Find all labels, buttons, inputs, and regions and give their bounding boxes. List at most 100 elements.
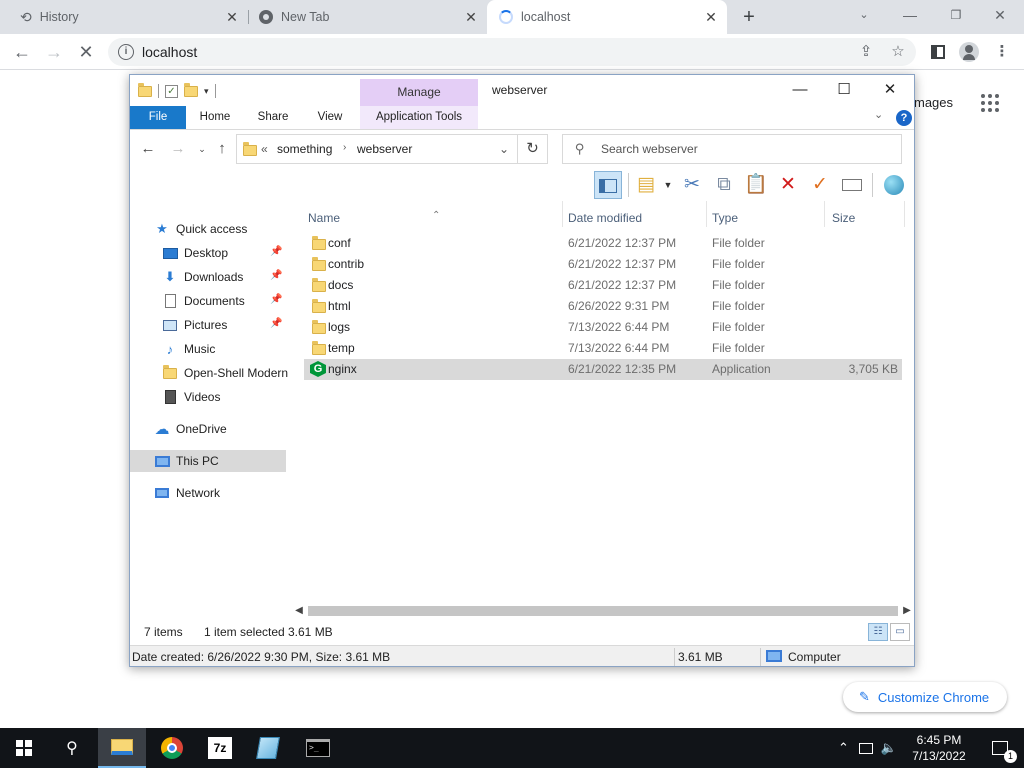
new-tab-button[interactable]: + xyxy=(738,6,760,28)
tab-history[interactable]: ⟲ History ✕ xyxy=(8,0,248,34)
side-panel-icon[interactable] xyxy=(928,42,948,62)
file-row-docs[interactable]: docs 6/21/2022 12:37 PM File folder xyxy=(304,275,902,296)
breadcrumb-something[interactable]: something xyxy=(277,142,332,156)
profile-avatar-icon[interactable] xyxy=(959,42,979,63)
tab-home[interactable]: Home xyxy=(192,106,238,129)
breadcrumb-chevron-icon[interactable]: › xyxy=(343,142,346,153)
file-row-nginx[interactable]: G nginx 6/21/2022 12:35 PM Application 3… xyxy=(304,359,902,380)
start-button[interactable] xyxy=(0,728,48,768)
scrollbar-thumb[interactable] xyxy=(308,606,898,616)
nav-quick-access[interactable]: ★ Quick access xyxy=(154,218,284,240)
bookmark-star-icon[interactable]: ☆ xyxy=(888,42,908,62)
back-button[interactable]: ← xyxy=(10,40,34,64)
nav-desktop[interactable]: Desktop 📌 xyxy=(162,242,286,264)
tab-search-icon[interactable]: ⌄ xyxy=(850,4,878,26)
globe-icon[interactable] xyxy=(880,171,908,199)
chrome-menu-icon[interactable]: ⋮ xyxy=(992,42,1012,62)
tab-share[interactable]: Share xyxy=(250,106,296,129)
column-divider[interactable] xyxy=(706,201,707,227)
pin-icon[interactable]: 📌 xyxy=(270,246,282,257)
address-box[interactable]: « something › webserver ⌄ xyxy=(236,134,518,164)
pin-icon[interactable]: 📌 xyxy=(270,294,282,305)
column-header-size[interactable]: Size xyxy=(832,209,902,227)
new-folder-icon[interactable] xyxy=(184,82,198,97)
tab-application-tools[interactable]: Application Tools xyxy=(360,106,478,129)
nav-this-pc[interactable]: This PC xyxy=(130,450,286,472)
pin-icon[interactable]: 📌 xyxy=(270,318,282,329)
breadcrumb-webserver[interactable]: webserver xyxy=(357,142,412,156)
nav-documents[interactable]: Documents 📌 xyxy=(162,290,286,312)
properties-icon[interactable]: ✓ xyxy=(165,84,178,98)
nav-open-shell-modern[interactable]: Open-Shell Modern xyxy=(162,362,290,384)
tab-localhost[interactable]: localhost ✕ xyxy=(487,0,727,34)
taskbar-command-prompt[interactable]: >_ xyxy=(294,728,342,768)
close-tab-icon[interactable]: ✕ xyxy=(703,9,719,25)
forward-button[interactable]: → xyxy=(168,139,188,159)
tab-file[interactable]: File xyxy=(130,106,186,129)
tab-manage[interactable]: Manage xyxy=(360,79,478,106)
taskbar-chrome[interactable] xyxy=(148,728,196,768)
tab-new-tab[interactable]: New Tab ✕ xyxy=(249,0,487,34)
details-view-icon[interactable]: ☷ xyxy=(868,623,888,641)
nav-network[interactable]: Network xyxy=(154,482,284,504)
tab-view[interactable]: View xyxy=(308,106,352,129)
nav-onedrive[interactable]: ☁ OneDrive xyxy=(154,418,284,440)
close-tab-icon[interactable]: ✕ xyxy=(224,9,240,25)
expand-ribbon-icon[interactable]: ⌄ xyxy=(874,108,883,121)
close-window-button[interactable]: ✕ xyxy=(986,4,1014,26)
copy-icon[interactable]: ⧉ xyxy=(710,171,738,199)
file-row-logs[interactable]: logs 7/13/2022 6:44 PM File folder xyxy=(304,317,902,338)
paste-icon[interactable]: 📋 xyxy=(742,171,770,199)
google-apps-icon[interactable] xyxy=(981,94,999,112)
help-icon[interactable]: ? xyxy=(896,110,912,126)
file-row-temp[interactable]: temp 7/13/2022 6:44 PM File folder xyxy=(304,338,902,359)
column-header-date[interactable]: Date modified xyxy=(568,209,704,227)
column-divider[interactable] xyxy=(824,201,825,227)
minimize-button[interactable]: — xyxy=(896,4,924,26)
preview-pane-icon[interactable] xyxy=(594,171,622,199)
column-divider[interactable] xyxy=(562,201,563,227)
taskbar-notepad[interactable] xyxy=(244,728,292,768)
nav-downloads[interactable]: ⬇ Downloads 📌 xyxy=(162,266,286,288)
stop-loading-button[interactable]: ✕ xyxy=(74,40,98,64)
url-text[interactable]: localhost xyxy=(142,44,197,60)
pin-icon[interactable]: 📌 xyxy=(270,270,282,281)
taskbar-file-explorer[interactable] xyxy=(98,728,146,768)
network-status-icon[interactable] xyxy=(858,742,873,754)
scroll-right-icon[interactable]: ▶ xyxy=(900,603,914,619)
taskbar-7zip[interactable]: 7z xyxy=(196,728,244,768)
maximize-button[interactable]: ☐ xyxy=(822,77,866,103)
column-header-type[interactable]: Type xyxy=(712,209,822,227)
rename-icon[interactable] xyxy=(838,171,866,199)
volume-icon[interactable]: 🔈 xyxy=(881,740,897,756)
large-icons-view-icon[interactable]: ▭ xyxy=(890,623,910,641)
show-hidden-icons-icon[interactable]: ⌃ xyxy=(838,740,849,756)
system-clock[interactable]: 6:45 PM 7/13/2022 xyxy=(906,732,972,764)
close-tab-icon[interactable]: ✕ xyxy=(463,9,479,25)
customize-chrome-button[interactable]: ✎ Customize Chrome xyxy=(843,682,1007,712)
column-header-name[interactable]: ⌃ Name xyxy=(308,209,558,227)
action-center-button[interactable]: 1 xyxy=(976,728,1024,768)
images-link[interactable]: mages xyxy=(914,95,953,110)
forward-button[interactable]: → xyxy=(42,40,66,64)
breadcrumb-overflow[interactable]: « xyxy=(261,142,268,156)
address-bar[interactable]: i localhost xyxy=(108,38,916,66)
customize-qat-icon[interactable]: ▾ xyxy=(204,86,209,97)
scroll-left-icon[interactable]: ◀ xyxy=(292,603,306,619)
cut-icon[interactable]: ✂ xyxy=(678,171,706,199)
back-button[interactable]: ← xyxy=(138,139,158,159)
address-dropdown-icon[interactable]: ⌄ xyxy=(499,142,509,156)
share-icon[interactable]: ⇪ xyxy=(856,42,876,62)
search-input[interactable] xyxy=(601,140,881,158)
close-button[interactable]: ✕ xyxy=(868,77,912,103)
file-row-conf[interactable]: conf 6/21/2022 12:37 PM File folder xyxy=(304,233,902,254)
checkmark-icon[interactable]: ✓ xyxy=(806,171,834,199)
search-button[interactable]: ⚲ xyxy=(48,728,96,768)
file-row-html[interactable]: html 6/26/2022 9:31 PM File folder xyxy=(304,296,902,317)
restore-button[interactable]: ❐ xyxy=(942,4,970,26)
minimize-button[interactable]: — xyxy=(778,77,822,103)
up-button[interactable]: ↑ xyxy=(212,139,232,159)
search-box[interactable]: ⚲ xyxy=(562,134,902,164)
nav-videos[interactable]: Videos xyxy=(162,386,286,408)
file-row-contrib[interactable]: contrib 6/21/2022 12:37 PM File folder xyxy=(304,254,902,275)
